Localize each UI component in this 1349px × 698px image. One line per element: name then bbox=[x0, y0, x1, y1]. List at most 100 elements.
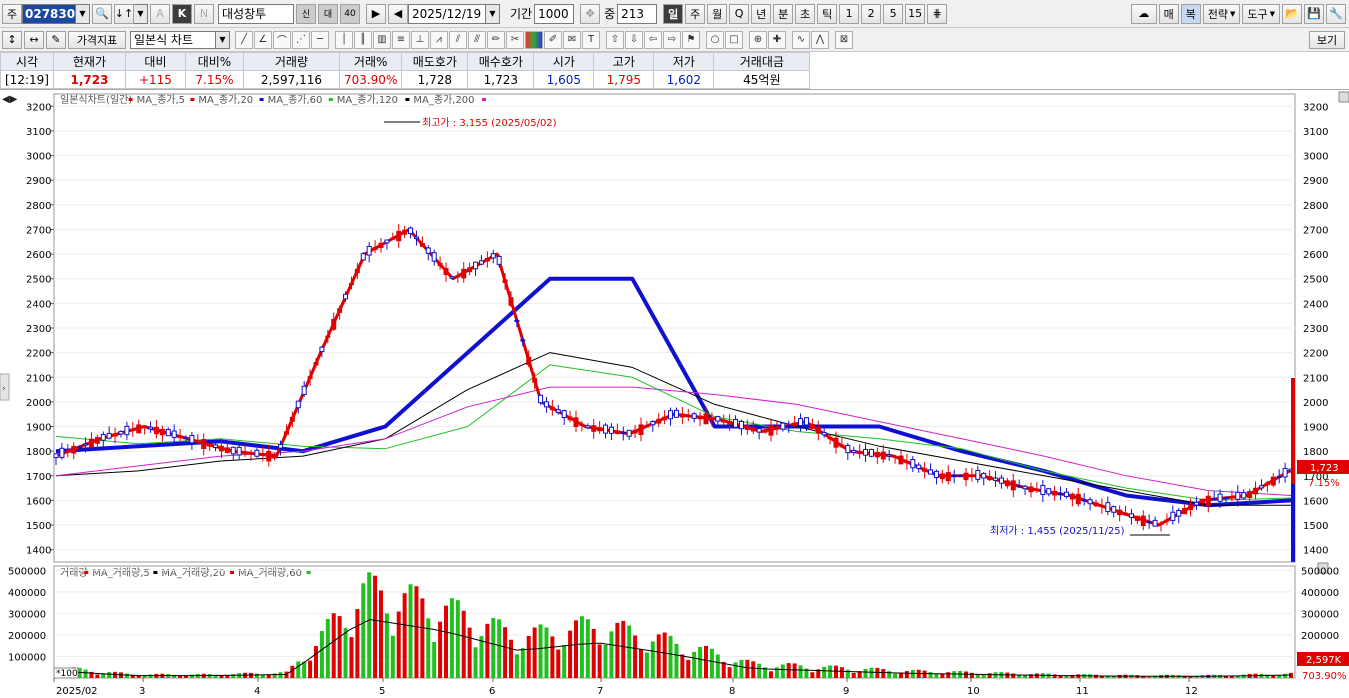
timeframe-year[interactable]: 년 bbox=[751, 3, 772, 24]
crosshair-icon[interactable]: ✚ bbox=[768, 30, 786, 49]
sort-icon[interactable]: ↓↑ bbox=[114, 3, 134, 24]
next-arrow-icon[interactable]: ▶ bbox=[366, 3, 386, 24]
pencil-icon[interactable]: ✏ bbox=[487, 30, 505, 49]
edit-icon[interactable]: ✎ bbox=[46, 30, 66, 49]
price-legend: 일본식차트(일간) MA_종가,5 MA_종가,20 MA_종가,60 MA_종가,12… bbox=[60, 94, 486, 106]
candle-body bbox=[1040, 484, 1046, 496]
timeframe-1[interactable]: 1 bbox=[839, 3, 860, 24]
count-input[interactable]: 213 bbox=[617, 3, 658, 24]
parallel-tool-icon[interactable]: ⫻ bbox=[468, 30, 486, 49]
date-input[interactable]: 2025/12/19 bbox=[408, 3, 486, 24]
scroll-up-icon[interactable]: ↕ bbox=[2, 30, 22, 49]
arc-tool-icon[interactable]: ⌒ bbox=[273, 30, 291, 49]
badge-new[interactable]: 신 bbox=[296, 3, 316, 24]
chevron-down-icon[interactable]: ▼ bbox=[486, 3, 500, 24]
note-icon[interactable]: ✉ bbox=[563, 30, 581, 49]
horizontal-line-icon[interactable]: ─ bbox=[311, 30, 329, 49]
gann-tool-icon[interactable]: ⩘ bbox=[430, 30, 448, 49]
candle-body bbox=[632, 429, 638, 434]
flag-icon[interactable]: ⚑ bbox=[682, 30, 700, 49]
candle-body bbox=[709, 417, 715, 421]
rect-tool-icon[interactable]: □ bbox=[725, 30, 743, 49]
delete-icon[interactable]: ⊠ bbox=[835, 30, 853, 49]
k-button[interactable]: K bbox=[172, 3, 192, 24]
price-y-tick-label: 2800 bbox=[1303, 201, 1328, 212]
low-annotation: 최저가 : 1,455 (2025/11/25) bbox=[990, 525, 1125, 537]
timeframe-second[interactable]: 초 bbox=[795, 3, 816, 24]
volume-bar bbox=[95, 674, 100, 678]
timeframe-month[interactable]: 월 bbox=[707, 3, 728, 24]
arrow-right-icon[interactable]: ⇨ bbox=[663, 30, 681, 49]
timeframe-2[interactable]: 2 bbox=[861, 3, 882, 24]
buy-button[interactable]: 매 bbox=[1158, 3, 1179, 24]
volume-bar bbox=[603, 644, 608, 678]
timeframe-day[interactable]: 일 bbox=[663, 3, 684, 24]
grid-tool-icon[interactable]: ▥ bbox=[373, 30, 391, 49]
wave-icon[interactable]: ∿ bbox=[792, 30, 810, 49]
erase-tool-icon[interactable]: ✂ bbox=[506, 30, 524, 49]
color-icon[interactable] bbox=[525, 30, 543, 49]
scroll-left-icon[interactable]: ◀▶ bbox=[2, 94, 18, 105]
close-panel-icon[interactable] bbox=[1338, 91, 1349, 103]
candle-body bbox=[721, 419, 727, 423]
bars-tool-icon[interactable]: ║ bbox=[354, 30, 372, 49]
value-amount: 45억원 bbox=[713, 70, 811, 89]
badge-large[interactable]: 대 bbox=[318, 3, 338, 24]
timeframe-week[interactable]: 주 bbox=[685, 3, 706, 24]
grid-icon[interactable]: ⋕ bbox=[927, 3, 948, 24]
duplicate-button[interactable]: 복 bbox=[1180, 3, 1201, 24]
arrow-up-icon[interactable]: ⇧ bbox=[606, 30, 624, 49]
stock-code-input[interactable]: 027830 bbox=[22, 3, 76, 24]
prev-arrow-icon[interactable]: ◀ bbox=[388, 3, 408, 24]
type-label[interactable]: 주 bbox=[2, 3, 22, 24]
candle-body bbox=[679, 413, 685, 418]
candle-body bbox=[863, 448, 869, 456]
wrench-icon[interactable]: 🔧 bbox=[1326, 3, 1346, 24]
folder-open-icon[interactable]: 📂 bbox=[1282, 3, 1302, 24]
fan-tool-icon[interactable]: ⋰ bbox=[292, 30, 310, 49]
candle-body bbox=[248, 452, 254, 455]
period-input[interactable]: 1000 bbox=[534, 3, 575, 24]
paint-icon[interactable]: ✐ bbox=[544, 30, 562, 49]
arrow-down-icon[interactable]: ⇩ bbox=[625, 30, 643, 49]
timeframe-tick[interactable]: 틱 bbox=[817, 3, 838, 24]
line-tool-icon[interactable]: ╱ bbox=[235, 30, 253, 49]
fibo-tool-icon[interactable]: ≡ bbox=[392, 30, 410, 49]
a-button[interactable]: A bbox=[150, 3, 170, 24]
chart-type-select[interactable]: 일본식 차트 bbox=[130, 30, 216, 49]
chevron-down-icon[interactable]: ▼ bbox=[134, 3, 148, 24]
chart-canvas[interactable]: ◀▶ › 3200 3100 3000 2900 2800 2700 2600 2500 240… bbox=[0, 90, 1349, 698]
period-tool-icon[interactable]: ⊥ bbox=[411, 30, 429, 49]
volume-bar bbox=[568, 630, 573, 678]
view-button[interactable]: 보기 bbox=[1309, 30, 1345, 49]
move-icon[interactable]: ✥ bbox=[580, 3, 601, 24]
timeframe-15[interactable]: 15 bbox=[905, 3, 926, 24]
expand-horizontal-icon[interactable]: ↔ bbox=[24, 30, 44, 49]
n-button[interactable]: N bbox=[194, 3, 214, 24]
chevron-down-icon[interactable]: ▼ bbox=[216, 30, 230, 49]
text-tool-icon[interactable]: T bbox=[582, 30, 600, 49]
save-icon[interactable]: 💾 bbox=[1304, 3, 1324, 24]
volume-bar bbox=[627, 625, 632, 678]
chevron-down-icon[interactable]: ▼ bbox=[76, 3, 90, 24]
search-icon[interactable]: 🔍 bbox=[92, 3, 112, 24]
timeframe-quarter[interactable]: Q bbox=[729, 3, 750, 24]
zigzag-icon[interactable]: ⋀ bbox=[811, 30, 829, 49]
zoom-icon[interactable]: ⊕ bbox=[749, 30, 767, 49]
arrow-left-icon[interactable]: ⇦ bbox=[644, 30, 662, 49]
badge-40[interactable]: 40 bbox=[340, 3, 360, 24]
candle-body bbox=[425, 247, 431, 254]
cloud-icon[interactable]: ☁ bbox=[1130, 3, 1157, 24]
candle-body bbox=[260, 453, 266, 456]
timeframe-5[interactable]: 5 bbox=[883, 3, 904, 24]
candle-body bbox=[254, 449, 260, 457]
price-indicator-button[interactable]: 가격지표 bbox=[68, 30, 126, 49]
angle-tool-icon[interactable]: ∠ bbox=[254, 30, 272, 49]
timeframe-minute[interactable]: 분 bbox=[773, 3, 794, 24]
tools-menu[interactable]: 도구 ▼ bbox=[1242, 3, 1280, 24]
trend-tool-icon[interactable]: ⫽ bbox=[449, 30, 467, 49]
circle-tool-icon[interactable]: ○ bbox=[706, 30, 724, 49]
vertical-line-icon[interactable]: │ bbox=[335, 30, 353, 49]
chart-area[interactable]: ◀▶ › 3200 3100 3000 2900 2800 2700 2600 2500 240… bbox=[0, 90, 1349, 698]
strategy-menu[interactable]: 전략 ▼ bbox=[1202, 3, 1241, 24]
